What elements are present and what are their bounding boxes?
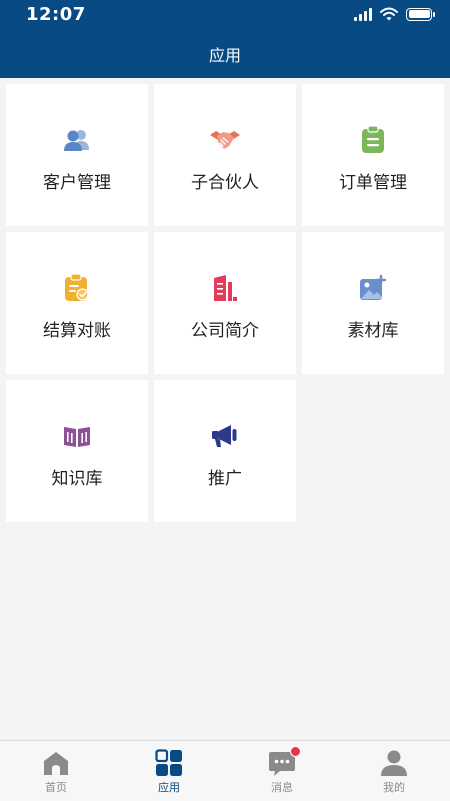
app-label: 公司简介: [191, 321, 259, 341]
signal-icon: [354, 7, 372, 21]
app-tile-order-management[interactable]: 订单管理: [302, 84, 444, 226]
handshake-icon: [209, 126, 241, 154]
top-bar: 12:07 应用: [0, 0, 450, 78]
app-tile-sub-partners[interactable]: 子合伙人: [154, 84, 296, 226]
tab-apps[interactable]: 应用: [113, 741, 225, 801]
app-label: 知识库: [51, 469, 103, 489]
app-label: 订单管理: [339, 173, 407, 193]
home-icon: [42, 749, 70, 777]
tab-label: 消息: [271, 781, 293, 794]
app-tile-settlement[interactable]: 结算对账: [6, 232, 148, 374]
bottom-tab-bar: 首页 应用 消息 我的: [0, 740, 450, 801]
app-label: 子合伙人: [191, 173, 259, 193]
app-grid: 客户管理 子合伙人 订单管理 结算对账 公司简介 素材库 知识库 推广: [6, 84, 444, 522]
battery-icon: [406, 7, 435, 21]
app-label: 结算对账: [43, 321, 111, 341]
app-tile-customer-management[interactable]: 客户管理: [6, 84, 148, 226]
unread-badge: [290, 746, 301, 757]
book-icon: [63, 422, 91, 450]
tab-home[interactable]: 首页: [0, 741, 112, 801]
building-icon: [212, 274, 238, 302]
app-tile-promotion[interactable]: 推广: [154, 380, 296, 522]
message-icon: [268, 746, 301, 777]
app-tile-company-profile[interactable]: 公司简介: [154, 232, 296, 374]
wifi-icon: [380, 7, 398, 21]
status-icons: [354, 6, 435, 22]
app-tile-material-library[interactable]: 素材库: [302, 232, 444, 374]
clipboard-check-icon: [64, 274, 90, 302]
app-label: 客户管理: [43, 173, 111, 193]
status-time: 12:07: [26, 4, 86, 25]
users-icon: [62, 126, 92, 154]
apps-grid-icon: [155, 749, 183, 777]
tab-profile[interactable]: 我的: [338, 741, 450, 801]
clipboard-list-icon: [361, 126, 385, 154]
app-label: 推广: [208, 469, 242, 489]
tab-messages[interactable]: 消息: [226, 741, 338, 801]
tab-label: 首页: [45, 781, 67, 794]
app-tile-knowledge-base[interactable]: 知识库: [6, 380, 148, 522]
app-label: 素材库: [347, 321, 399, 341]
image-add-icon: [359, 274, 387, 302]
user-icon: [380, 749, 408, 777]
megaphone-icon: [211, 422, 239, 450]
tab-label: 我的: [383, 781, 405, 794]
page-title: 应用: [208, 46, 241, 65]
tab-label: 应用: [158, 781, 180, 794]
